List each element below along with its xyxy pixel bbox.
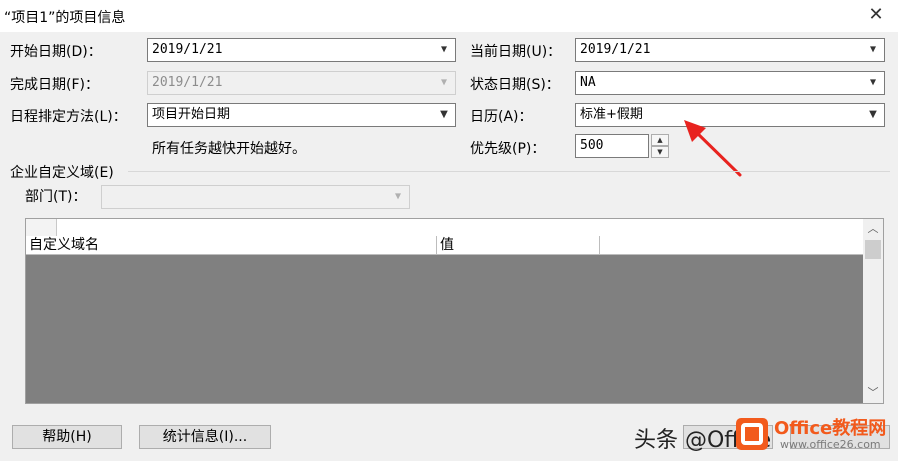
start-date-dropdown[interactable]: 2019/1/21 ▼ — [147, 38, 456, 62]
watermark-site: www.office26.com — [780, 438, 881, 451]
scroll-up-icon[interactable]: ︿ — [863, 220, 883, 238]
custom-fields-table[interactable]: 自定义域名 值 ︿ ﹀ — [25, 218, 884, 404]
finish-date-value: 2019/1/21 — [152, 75, 223, 90]
window-title: “项目1”的项目信息 — [4, 10, 126, 26]
status-date-dropdown[interactable]: NA ▼ — [575, 71, 885, 95]
scroll-down-icon[interactable]: ﹀ — [863, 384, 883, 402]
help-button[interactable]: 帮助(H) — [12, 425, 122, 449]
title-bar: “项目1”的项目信息 ✕ — [0, 0, 898, 32]
column-header-field-name[interactable]: 自定义域名 — [26, 236, 437, 255]
table-scrollbar[interactable]: ︿ ﹀ — [863, 219, 883, 403]
table-toolbar-row — [26, 219, 864, 236]
current-date-value: 2019/1/21 — [580, 42, 651, 57]
chevron-down-icon[interactable]: ▼ — [866, 72, 880, 94]
schedule-from-dropdown[interactable]: 项目开始日期 ▼ — [147, 103, 456, 127]
chevron-down-icon: ▼ — [394, 191, 402, 202]
calendar-dropdown[interactable]: 标准+假期 ▼ — [575, 103, 885, 127]
schedule-from-label: 日程排定方法(L)： — [10, 109, 127, 125]
priority-label: 优先级(P)： — [470, 141, 546, 157]
watermark-brand: Office教程网 — [774, 418, 887, 439]
chevron-down-icon: ▼ — [440, 77, 448, 88]
priority-spinner[interactable]: ▲ ▼ — [651, 134, 669, 158]
chevron-down-icon[interactable]: ▼ — [437, 39, 451, 61]
spin-up-icon[interactable]: ▲ — [651, 134, 669, 146]
chevron-down-icon[interactable]: ▼ — [866, 39, 880, 61]
current-date-dropdown[interactable]: 2019/1/21 ▼ — [575, 38, 885, 62]
chevron-down-icon[interactable]: ▼ — [437, 104, 451, 126]
start-date-label: 开始日期(D)： — [10, 44, 102, 60]
finish-date-dropdown: 2019/1/21 ▼ — [147, 71, 456, 95]
current-date-label: 当前日期(U)： — [470, 44, 562, 60]
scroll-thumb[interactable] — [865, 240, 881, 259]
table-corner — [26, 219, 57, 236]
status-date-label: 状态日期(S)： — [470, 77, 560, 93]
statistics-button[interactable]: 统计信息(I)... — [139, 425, 271, 449]
department-label: 部门(T)： — [25, 189, 87, 205]
column-header-value[interactable]: 值 — [437, 236, 600, 255]
close-icon[interactable]: ✕ — [864, 3, 888, 27]
office-logo-icon — [736, 418, 768, 450]
priority-input[interactable]: 500 — [575, 134, 649, 158]
chevron-down-icon[interactable]: ▼ — [866, 104, 880, 126]
enterprise-group-label: 企业自定义域(E) — [10, 165, 114, 181]
status-date-value: NA — [580, 75, 596, 90]
group-divider — [128, 171, 890, 172]
finish-date-label: 完成日期(F)： — [10, 77, 99, 93]
schedule-from-value: 项目开始日期 — [152, 107, 231, 122]
department-dropdown: ▼ — [101, 185, 410, 209]
spin-down-icon[interactable]: ▼ — [651, 146, 669, 158]
schedule-note: 所有任务越快开始越好。 — [152, 141, 306, 157]
table-header: 自定义域名 值 — [26, 236, 864, 255]
calendar-value: 标准+假期 — [580, 107, 643, 122]
watermark: 头条 @Office Office教程网 www.office26.com — [630, 410, 898, 461]
calendar-label: 日历(A)： — [470, 109, 533, 125]
priority-value: 500 — [580, 138, 604, 153]
start-date-value: 2019/1/21 — [152, 42, 223, 57]
